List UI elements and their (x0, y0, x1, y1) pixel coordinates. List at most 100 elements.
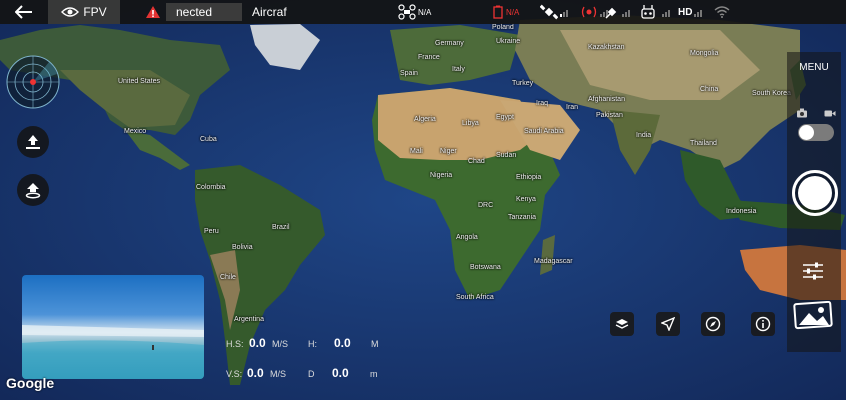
connection-status[interactable]: nected (166, 3, 242, 21)
map-label: Sudan (496, 152, 517, 159)
d-label: D (308, 369, 315, 379)
map-label: Argentina (234, 316, 264, 323)
d-unit: m (370, 369, 378, 379)
aircraft-status-label[interactable]: Aircraf (252, 5, 312, 19)
menu-button[interactable]: MENU (787, 62, 841, 73)
map-label: Libya (462, 120, 479, 127)
map-label: Cuba (200, 136, 217, 143)
shutter-inner-circle (798, 176, 832, 210)
return-home-button[interactable] (17, 174, 49, 206)
map-label: Algeria (414, 116, 436, 123)
h-unit: M (371, 339, 379, 349)
fpv-label: FPV (83, 5, 107, 19)
map-label: South Africa (456, 294, 494, 301)
photo-video-toggle[interactable] (798, 124, 834, 141)
map-label: Kazakhstan (588, 44, 625, 51)
drone-icon (398, 4, 416, 20)
eye-icon (61, 7, 80, 17)
map-label: DRC (478, 202, 494, 209)
info-icon (755, 316, 771, 332)
map-label: Afghanistan (588, 96, 625, 103)
map-label: Mali (410, 148, 423, 155)
d-value: 0.0 (332, 366, 349, 380)
fpv-view-toggle[interactable]: FPV (48, 0, 120, 24)
gallery-icon (793, 301, 833, 330)
radio-signal-icon (581, 6, 597, 18)
takeoff-button[interactable] (17, 126, 49, 158)
map-label: Indonesia (726, 208, 757, 215)
photo-camera-icon (797, 108, 807, 118)
top-status-bar: FPV nected Aircraf N/A N/A HD (0, 0, 846, 24)
map-label: India (636, 132, 652, 139)
compass-icon (705, 316, 721, 332)
map-label: Angola (456, 234, 478, 241)
video-signal-indicator: HD (662, 0, 704, 24)
wifi-indicator (714, 0, 730, 24)
signal-bars-icon (662, 10, 670, 17)
map-label: Botswana (470, 264, 501, 271)
signal-bars-icon (622, 10, 630, 17)
map-label: Chile (220, 274, 236, 281)
map-label: France (418, 54, 440, 61)
vs-label: V.S: (226, 369, 243, 379)
map-label: Madagascar (534, 258, 573, 265)
compass-button[interactable] (701, 312, 725, 336)
warning-icon[interactable] (140, 0, 166, 24)
takeoff-icon (26, 135, 40, 149)
camera-feed-image (22, 325, 204, 379)
map-label: Chad (468, 158, 485, 165)
back-button[interactable] (0, 0, 48, 24)
vs-value: 0.0 (247, 366, 264, 380)
map-label: Turkey (512, 80, 534, 87)
locate-aircraft-button[interactable] (656, 312, 680, 336)
drone-signal-value: N/A (418, 7, 432, 17)
hs-unit: M/S (272, 339, 289, 349)
camera-settings-button[interactable] (799, 258, 827, 284)
vs-unit: M/S (270, 369, 287, 379)
map-label: Kenya (516, 196, 536, 203)
shutter-button[interactable] (792, 170, 838, 216)
map-label: Egypt (496, 114, 514, 121)
map-label: Bolivia (232, 244, 253, 251)
map-label: Iran (566, 104, 579, 111)
gallery-button[interactable] (788, 300, 838, 332)
link-signal-indicator (604, 0, 632, 24)
radar-icon (6, 55, 60, 109)
map-label: Spain (400, 70, 418, 77)
video-quality-label: HD (678, 6, 693, 18)
return-home-icon (25, 183, 41, 199)
signal-bars-icon (560, 10, 568, 17)
map-label: Brazil (272, 224, 290, 231)
radar-compass[interactable] (5, 54, 61, 110)
map-label: United States (118, 78, 161, 85)
remote-controller-icon (641, 5, 655, 19)
layers-icon (615, 319, 629, 329)
controller-indicator (640, 0, 656, 24)
arrow-left-icon (15, 5, 32, 19)
camera-preview-thumbnail[interactable] (22, 275, 204, 379)
h-label: H: (308, 339, 317, 349)
map-label: Colombia (196, 184, 226, 191)
info-button[interactable] (751, 312, 775, 336)
signal-bars-icon (694, 10, 703, 17)
map-label: Iraq (536, 100, 549, 107)
map-label: Mexico (124, 128, 147, 135)
map-label: Saudi Arabia (524, 128, 564, 135)
h-value: 0.0 (334, 336, 351, 350)
satellite-indicator (540, 0, 570, 24)
video-camera-icon (824, 110, 836, 117)
wifi-icon (714, 6, 730, 18)
battery-warning-icon (493, 5, 503, 19)
map-label: Tanzania (508, 214, 537, 221)
flight-mode-warning: N/A (492, 0, 519, 24)
map-label: Mongolia (690, 50, 719, 57)
navigation-arrow-icon (661, 317, 675, 331)
map-layers-button[interactable] (610, 312, 634, 336)
map-label: Germany (435, 40, 464, 47)
sliders-icon (803, 262, 823, 280)
map-label: Pakistan (596, 112, 623, 119)
map-label: Peru (204, 228, 219, 235)
google-attribution: Google (6, 375, 55, 391)
map-label: Ethiopia (516, 174, 542, 181)
map-label: Italy (452, 66, 465, 73)
